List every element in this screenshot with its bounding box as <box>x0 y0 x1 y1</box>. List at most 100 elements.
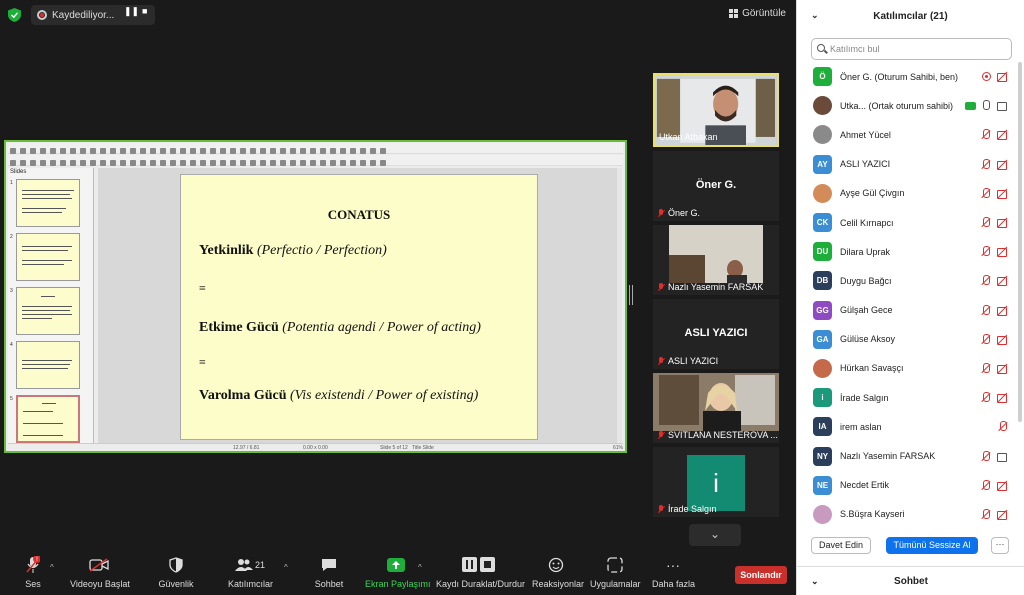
video-off-icon <box>997 392 1008 404</box>
video-tile[interactable]: Utkan Atbakan <box>653 73 779 147</box>
tile-name: İrade Salgın <box>668 504 717 514</box>
mic-muted-icon <box>657 282 665 292</box>
video-off-icon <box>997 159 1008 170</box>
editor-scrollbar[interactable] <box>617 168 622 444</box>
impress-statusbar: 12.97 / 6.81 0.00 x 0.00 Slide 5 of 12 T… <box>8 443 623 451</box>
slide-thumbnail[interactable] <box>16 179 80 227</box>
video-off-icon <box>997 334 1008 345</box>
video-tile[interactable]: SVITLANA NESTEROVA ... <box>653 373 779 443</box>
avatar: NY <box>813 446 832 466</box>
audio-label: Ses <box>25 579 41 589</box>
share-screen-button[interactable]: Ekran Paylaşımı <box>365 555 431 589</box>
slide-thumbnail[interactable] <box>16 341 80 389</box>
tile-name: SVITLANA NESTEROVA ... <box>668 430 778 440</box>
participant-row[interactable]: NY Nazlı Yasemin FARSAK <box>797 441 1017 470</box>
mic-muted-icon <box>980 450 991 462</box>
mic-muted-icon <box>980 392 991 403</box>
participant-name: Ayşe Gül Çivgın <box>840 188 905 199</box>
slide-thumbnail[interactable] <box>16 233 80 281</box>
split-view-handle[interactable] <box>629 285 633 305</box>
slides-pane-title: Slides <box>10 169 27 175</box>
pause-recording-icon[interactable]: ❚❚ <box>124 6 139 17</box>
view-label: Görüntüle <box>742 8 786 19</box>
participant-row[interactable]: S.Büşra Kayseri <box>797 500 1017 529</box>
participant-name: Öner G. (Oturum Sahibi, ben) <box>840 71 959 82</box>
participant-search-input[interactable]: Katılımcı bul <box>811 38 1012 60</box>
more-options-button[interactable]: ··· <box>991 537 1009 554</box>
avatar: Ö <box>813 67 832 87</box>
start-video-button[interactable]: Videoyu Başlat <box>70 555 130 589</box>
mic-muted-icon <box>980 187 991 199</box>
more-button[interactable]: ··· Daha fazla <box>652 555 695 589</box>
participants-label: Katılımcılar <box>228 579 274 589</box>
chat-panel-header[interactable]: ⌄ Sohbet <box>797 566 1024 595</box>
participant-row[interactable]: IA irem aslan <box>797 412 1017 441</box>
participant-row[interactable]: Ö Öner G. (Oturum Sahibi, ben) <box>797 62 1017 91</box>
view-button[interactable]: Görüntüle <box>729 8 786 19</box>
end-meeting-button[interactable]: Sonlandır <box>735 566 787 584</box>
participants-button[interactable]: 21 Katılımcılar <box>228 555 274 589</box>
video-tile[interactable]: ASLI YAZICI ASLI YAZICI <box>653 299 779 369</box>
shield-icon[interactable] <box>8 8 21 22</box>
search-placeholder: Katılımcı bul <box>830 44 880 54</box>
participant-name: Nazlı Yasemin FARSAK <box>840 451 936 462</box>
chat-panel-title: Sohbet <box>894 575 928 587</box>
video-off-icon <box>997 305 1008 316</box>
participant-row[interactable]: DU Dilara Uprak <box>797 237 1017 266</box>
participant-row[interactable]: CK Celil Kırnapcı <box>797 208 1017 237</box>
avatar: DB <box>813 271 832 291</box>
participants-count: 21 <box>254 560 265 570</box>
chevron-down-icon[interactable]: ⌄ <box>689 524 741 546</box>
participant-row[interactable]: DB Duygu Bağcı <box>797 266 1017 295</box>
participant-row[interactable]: NE Necdet Ertik <box>797 471 1017 500</box>
invite-button[interactable]: Davet Edin <box>811 537 871 554</box>
video-off-icon <box>997 217 1008 229</box>
slide-thumbnail[interactable] <box>16 287 80 335</box>
participant-name: Gülüse Aksoy <box>840 334 896 345</box>
video-off-icon <box>997 275 1008 287</box>
avatar <box>813 358 832 378</box>
participant-name: irem aslan <box>840 421 882 432</box>
record-control-button[interactable]: Kaydı Duraklat/Durdur <box>436 555 525 589</box>
avatar: CK <box>813 213 832 233</box>
participant-name: Ahmet Yücel <box>840 129 891 140</box>
participant-name: Dilara Uprak <box>840 246 891 257</box>
reactions-button[interactable]: Reaksiyonlar <box>532 555 584 589</box>
video-tile[interactable]: Nazlı Yasemin FARSAK <box>653 225 779 295</box>
tile-name: Nazlı Yasemin FARSAK <box>668 282 764 292</box>
chat-label: Sohbet <box>314 579 344 589</box>
participant-row[interactable]: i İrade Salgın <box>797 383 1017 412</box>
video-off-icon <box>997 509 1008 520</box>
video-off-icon <box>997 363 1008 374</box>
participant-row[interactable]: Ayşe Gül Çivgın <box>797 179 1017 208</box>
video-tile[interactable]: i İrade Salgın <box>653 447 779 517</box>
slide-canvas[interactable]: CONATUS Yetkinlik (Perfectio / Perfectio… <box>180 174 538 440</box>
participant-row[interactable]: GG Gülşah Gece <box>797 296 1017 325</box>
video-off-icon <box>70 555 128 575</box>
participant-row[interactable]: Ahmet Yücel <box>797 120 1017 149</box>
reactions-label: Reaksiyonlar <box>532 579 585 589</box>
chat-button[interactable]: Sohbet <box>312 555 346 589</box>
apps-button[interactable]: Uygulamalar <box>590 555 641 589</box>
avatar: GG <box>813 300 832 320</box>
collapse-chevron-icon[interactable]: ⌄ <box>811 10 819 21</box>
video-off-icon <box>997 188 1008 199</box>
slide-editor: CONATUS Yetkinlik (Perfectio / Perfectio… <box>98 168 622 444</box>
equivalence-symbol: ≡ <box>199 281 206 295</box>
collapse-chevron-icon[interactable]: ⌄ <box>811 576 819 587</box>
zoom-meeting-window: Kaydediliyor... ❚❚ ■ Görüntüle Slides 1 … <box>0 0 1024 595</box>
mic-muted-icon <box>980 304 991 316</box>
participant-list-scrollbar[interactable] <box>1018 62 1022 422</box>
participant-row[interactable]: AY ASLI YAZICI <box>797 150 1017 179</box>
security-button[interactable]: Güvenlik <box>156 555 196 589</box>
slide-thumbnail-selected[interactable] <box>16 395 80 443</box>
participant-row[interactable]: GA Gülüse Aksoy <box>797 325 1017 354</box>
audio-button[interactable]: ! Ses <box>18 555 48 589</box>
stop-recording-icon[interactable]: ■ <box>142 6 147 16</box>
mic-muted-icon <box>980 362 991 374</box>
video-tile[interactable]: Öner G. Öner G. <box>653 151 779 221</box>
participant-row[interactable]: Utka... (Ortak oturum sahibi) <box>797 91 1017 120</box>
participant-row[interactable]: Hürkan Savaşçı <box>797 354 1017 383</box>
mute-all-button[interactable]: Tümünü Sessize Al <box>886 537 978 554</box>
video-off-icon <box>997 129 1008 141</box>
